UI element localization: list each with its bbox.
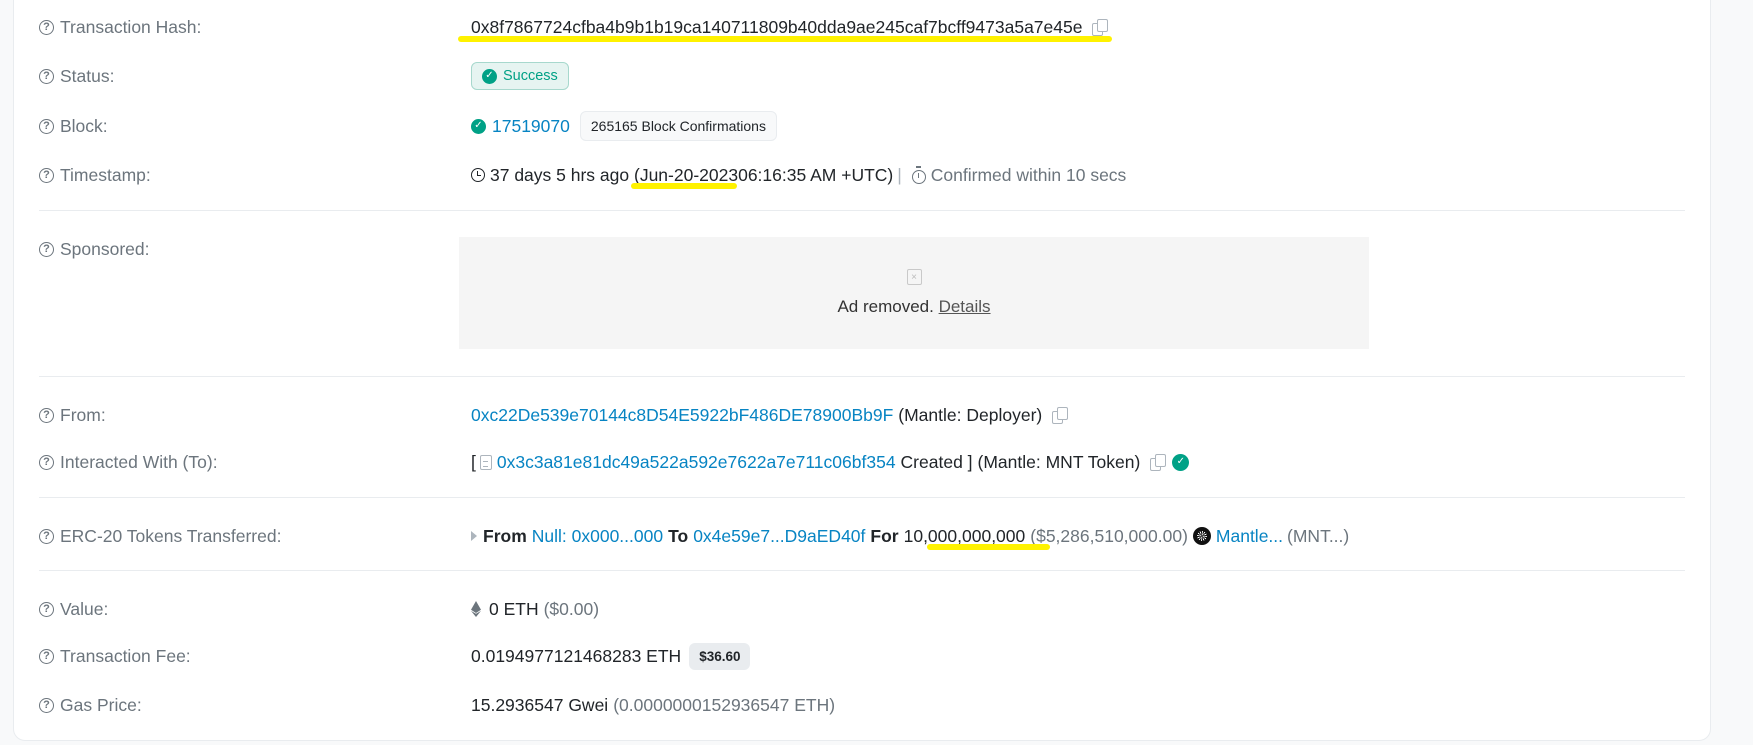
fee-usd-badge: $36.60 (689, 642, 751, 670)
clock-icon (471, 168, 485, 182)
verified-check-icon: ✓ (1172, 453, 1190, 471)
timestamp-time: 06:16:35 AM +UTC) (738, 164, 894, 185)
help-icon[interactable]: ? (39, 697, 54, 713)
mantle-token-icon (1192, 527, 1211, 545)
token-symbol: (MNT...) (1287, 525, 1350, 546)
help-icon[interactable]: ? (39, 601, 54, 617)
from-name: (Mantle: Deployer) (898, 404, 1043, 425)
label-block: ? Block: (39, 116, 459, 137)
divider (39, 210, 1685, 211)
value-value: 0 ETH ($0.00) (471, 599, 599, 620)
row-value: ? Value: 0 ETH ($0.00) (39, 594, 1685, 624)
check-circle-icon: ✓ (471, 118, 486, 134)
value-block: ✓ 17519070 265165 Block Confirmations (471, 111, 777, 141)
highlight-mark (631, 183, 737, 189)
value-transaction-fee: 0.0194977121468283 ETH $36.60 (471, 642, 751, 670)
transfer-usd: ($5,286,510,000.00) (1030, 525, 1188, 546)
contract-address-link[interactable]: 0x3c3a81e81dc49a522a592e7622a7e711c06bf3… (497, 452, 896, 473)
contract-document-icon (479, 454, 492, 470)
created-label: Created ] (900, 451, 973, 472)
row-status: ? Status: ✓ Success (39, 61, 1685, 91)
from-address-link[interactable]: 0xc22De539e70144c8D54E5922bF486DE78900Bb… (471, 405, 893, 426)
help-icon[interactable]: ? (39, 528, 54, 544)
ethereum-icon (471, 601, 481, 617)
help-icon[interactable]: ? (39, 407, 54, 423)
row-transaction-fee: ? Transaction Fee: 0.0194977121468283 ET… (39, 641, 1685, 671)
transaction-hash[interactable]: 0x8f7867724cfba4b9b1b19ca140711809b40dda… (471, 17, 1082, 38)
row-block: ? Block: ✓ 17519070 265165 Block Confirm… (39, 111, 1685, 141)
value-transaction-hash: 0x8f7867724cfba4b9b1b19ca140711809b40dda… (471, 17, 1109, 38)
divider (39, 497, 1685, 498)
ad-removed-icon: × (906, 269, 922, 285)
row-timestamp: ? Timestamp: 37 days 5 hrs ago ( Jun-20-… (39, 160, 1685, 190)
label-gas-price: ? Gas Price: (39, 695, 459, 716)
value-eth: 0 ETH (489, 598, 539, 619)
value-status: ✓ Success (471, 62, 569, 90)
help-icon[interactable]: ? (39, 118, 54, 134)
gas-eth: (0.0000000152936547 ETH) (613, 694, 836, 715)
value-gas-price: 15.2936547 Gwei (0.0000000152936547 ETH) (471, 695, 835, 716)
divider (39, 570, 1685, 571)
row-interacted-with: ? Interacted With (To): [ 0x3c3a81e81dc4… (39, 447, 1685, 477)
help-icon[interactable]: ? (39, 454, 54, 470)
label-status: ? Status: (39, 66, 459, 87)
transfer-from-link[interactable]: Null: 0x000...000 (532, 526, 663, 547)
ad-placeholder: × Ad removed. Details (459, 237, 1369, 349)
check-circle-icon: ✓ (482, 68, 497, 84)
label-interacted-with: ? Interacted With (To): (39, 452, 459, 473)
ad-removed-text: Ad removed. Details (837, 297, 991, 316)
contract-name: (Mantle: MNT Token) (977, 451, 1141, 472)
row-from: ? From: 0xc22De539e70144c8D54E5922bF486D… (39, 400, 1685, 430)
help-icon[interactable]: ? (39, 241, 54, 257)
highlight-mark (927, 544, 1050, 550)
label-from: ? From: (39, 405, 459, 426)
label-transaction-hash: ? Transaction Hash: (39, 17, 459, 38)
transfer-to-link[interactable]: 0x4e59e7...D9aED40f (693, 526, 865, 547)
transaction-details-card: ? Transaction Hash: 0x8f7867724cfba4b9b1… (13, 0, 1711, 741)
caret-right-icon[interactable] (471, 531, 477, 541)
row-erc20-transfers: ? ERC-20 Tokens Transferred: From Null: … (39, 521, 1685, 551)
value-usd: ($0.00) (543, 598, 600, 619)
confirmed-within: Confirmed within 10 secs (930, 164, 1127, 185)
copy-icon[interactable] (1092, 19, 1109, 36)
label-value: ? Value: (39, 599, 459, 620)
label-transaction-fee: ? Transaction Fee: (39, 646, 459, 667)
token-name-link[interactable]: Mantle... (1216, 526, 1283, 547)
help-icon[interactable]: ? (39, 167, 54, 183)
copy-icon[interactable] (1150, 454, 1167, 471)
block-number-link[interactable]: 17519070 (492, 116, 570, 137)
help-icon[interactable]: ? (39, 68, 54, 84)
copy-icon[interactable] (1052, 407, 1069, 424)
value-interacted-with: [ 0x3c3a81e81dc49a522a592e7622a7e711c06b… (471, 451, 1190, 473)
label-timestamp: ? Timestamp: (39, 165, 459, 186)
label-erc20: ? ERC-20 Tokens Transferred: (39, 526, 459, 547)
row-gas-price: ? Gas Price: 15.2936547 Gwei (0.00000001… (39, 690, 1685, 720)
help-icon[interactable]: ? (39, 19, 54, 35)
status-badge: ✓ Success (471, 62, 569, 90)
label-sponsored: ? Sponsored: (39, 239, 459, 260)
block-confirmations-badge: 265165 Block Confirmations (579, 111, 777, 141)
highlight-mark (458, 36, 1112, 42)
value-timestamp: 37 days 5 hrs ago ( Jun-20-2023 06:16:35… (471, 165, 1126, 186)
value-erc20: From Null: 0x000...000 To 0x4e59e7...D9a… (471, 526, 1349, 547)
help-icon[interactable]: ? (39, 648, 54, 664)
value-from: 0xc22De539e70144c8D54E5922bF486DE78900Bb… (471, 404, 1069, 426)
gas-gwei: 15.2936547 Gwei (471, 694, 609, 715)
ad-details-link[interactable]: Details (939, 297, 991, 316)
divider (39, 376, 1685, 377)
separator: | (897, 164, 902, 185)
stopwatch-icon (911, 166, 926, 184)
timestamp-ago: 37 days 5 hrs ago ( (490, 164, 640, 185)
fee-eth: 0.0194977121468283 ETH (471, 645, 682, 666)
